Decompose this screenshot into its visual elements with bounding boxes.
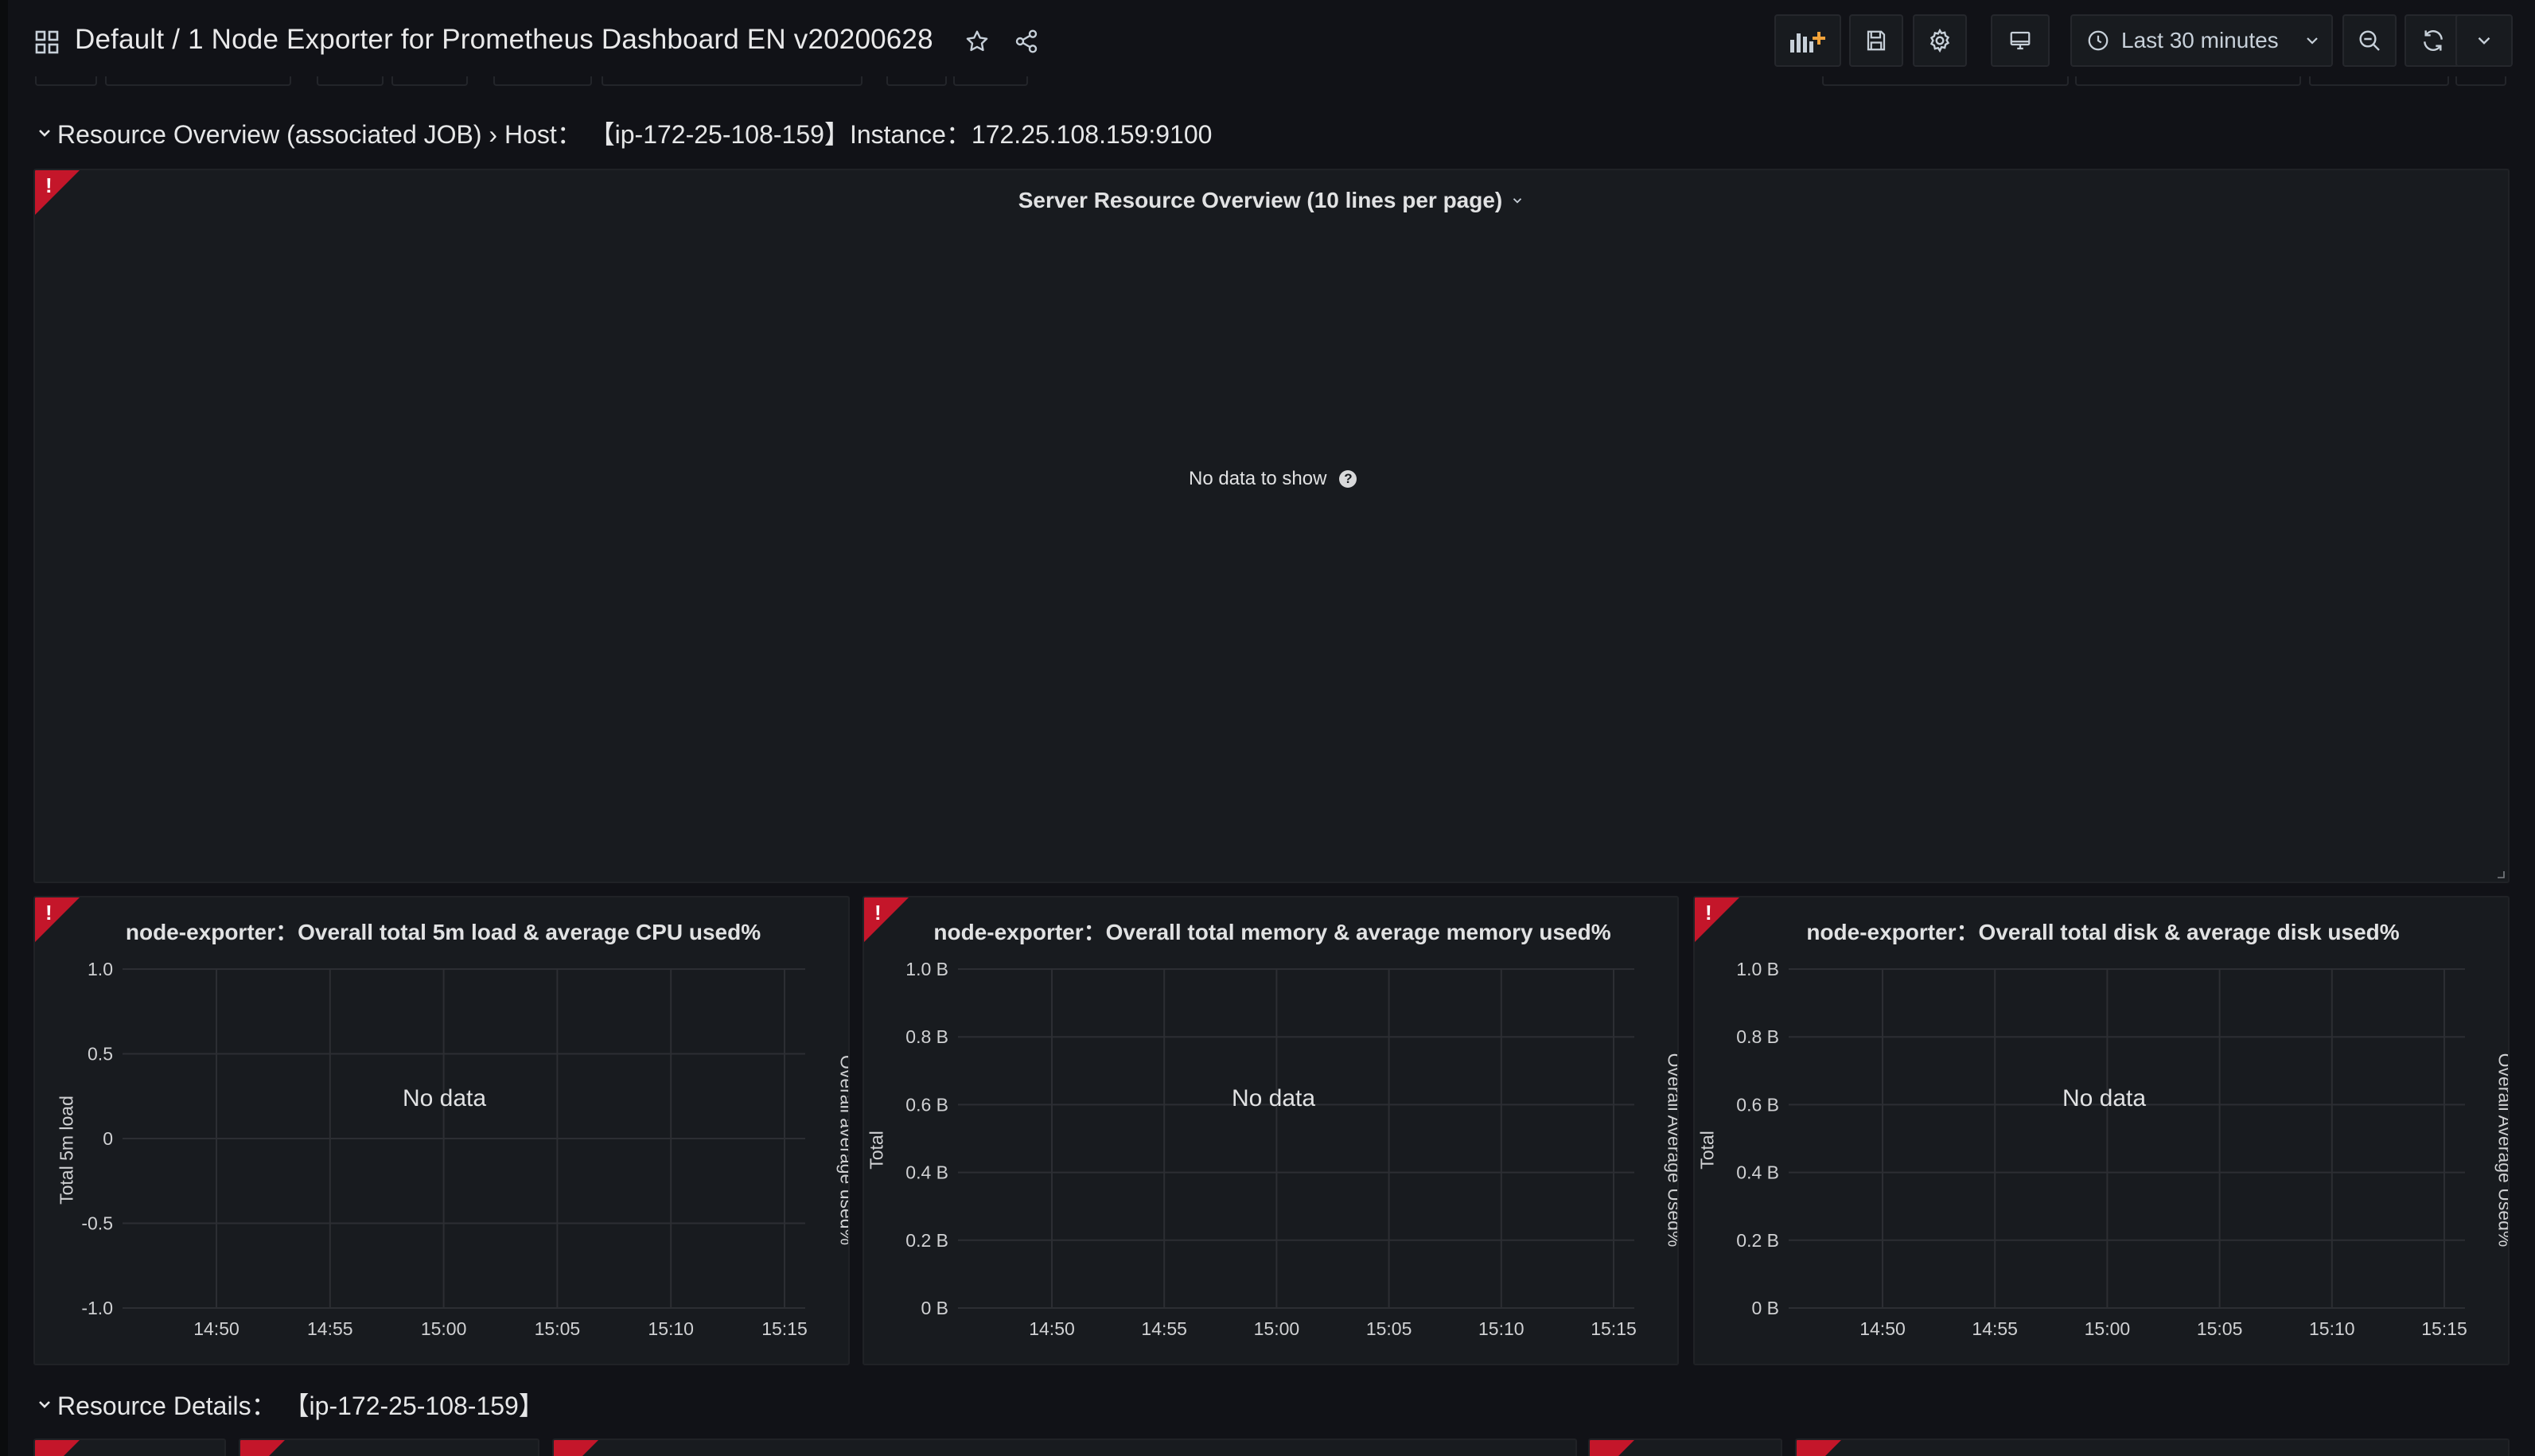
y-tick-label: 0 B: [1751, 1298, 1779, 1318]
variable-bar-edge: [0, 76, 2535, 86]
no-data-message: No data to show ?: [1189, 468, 1357, 490]
row-resource-details[interactable]: Resource Details： 【ip-172-25-108-159】: [35, 1386, 544, 1423]
y-tick-label: 0.2 B: [1736, 1230, 1779, 1251]
y-axis-left-label: Total 5m load: [56, 1096, 77, 1205]
x-tick-label: 15:15: [1591, 1318, 1637, 1339]
y-axis-left-label: Total: [866, 1131, 887, 1170]
x-tick-label: 14:55: [307, 1318, 353, 1339]
no-data-text: No data to show: [1189, 468, 1327, 489]
x-tick-label: 14:50: [193, 1318, 239, 1339]
x-tick-label: 15:05: [535, 1318, 581, 1339]
panel-partial: [1588, 1438, 1782, 1456]
y-tick-label: 0.4 B: [1736, 1162, 1779, 1183]
no-data-label: No data: [1232, 1085, 1316, 1111]
add-panel-icon: [1790, 32, 1825, 53]
y-tick-label: 0.8 B: [905, 1026, 948, 1047]
save-icon: [1867, 30, 1886, 51]
y-tick-label: 0 B: [921, 1298, 948, 1318]
y-tick-label: 1.0 B: [905, 959, 948, 979]
dashboard-title[interactable]: Default / 1 Node Exporter for Prometheus…: [75, 24, 933, 56]
x-tick-label: 14:55: [1141, 1318, 1187, 1339]
y-tick-label: 0.2 B: [905, 1230, 948, 1251]
clock-icon: [2088, 30, 2109, 51]
x-tick-label: 15:05: [1366, 1318, 1412, 1339]
zoom-out-icon: [2359, 30, 2380, 51]
x-tick-label: 15:15: [761, 1318, 808, 1339]
gear-icon: [1929, 28, 1950, 53]
y-tick-label: 0.4 B: [905, 1162, 948, 1183]
time-picker-button[interactable]: Last 30 minutes: [2070, 14, 2333, 67]
memory-chart: 1.0 B 0.8 B 0.6 B 0.4 B 0.2 B 0 B 14:50 14:55 15…: [905, 959, 1637, 1339]
zoom-out-button[interactable]: [2342, 14, 2397, 67]
x-tick-label: 14:55: [1972, 1318, 2018, 1339]
panel-partial: [552, 1438, 1577, 1456]
y-tick-label: 1.0: [88, 959, 113, 979]
tv-mode-icon: [2010, 31, 2031, 50]
add-panel-button[interactable]: [1774, 14, 1841, 67]
y-tick-label: 0.8 B: [1736, 1026, 1779, 1047]
chevron-down-icon: [2306, 37, 2318, 45]
no-data-label: No data: [2062, 1085, 2147, 1111]
no-data-label: No data: [403, 1085, 487, 1111]
x-tick-label: 15:00: [421, 1318, 467, 1339]
panel-title: Server Resource Overview (10 lines per p…: [1018, 188, 1503, 212]
time-range-label: Last 30 minutes: [2121, 28, 2279, 53]
panel-partial: [1795, 1438, 2510, 1456]
cpu-chart: 1.0 0.5 0 -0.5 -1.0 14:50 14:55 15:00 15:05 15:10…: [81, 959, 808, 1339]
tv-mode-button[interactable]: [1991, 14, 2050, 67]
row-title: Resource Details： 【ip-172-25-108-159】: [57, 1392, 544, 1420]
panel-partial: [33, 1438, 226, 1456]
y-tick-label: 0.6 B: [905, 1094, 948, 1115]
panel-disk: ! node-exporter：Overall total disk & ave…: [1693, 896, 2510, 1365]
x-tick-label: 14:50: [1859, 1318, 1906, 1339]
panel-memory: ! node-exporter：Overall total memory & a…: [863, 896, 1679, 1365]
y-tick-label: 0.6 B: [1736, 1094, 1779, 1115]
panel-error-indicator[interactable]: [35, 1440, 80, 1456]
panel-server-resource-overview: ! Server Resource Overview (10 lines per…: [33, 169, 2510, 883]
panel-error-indicator[interactable]: [1590, 1440, 1634, 1456]
left-edge-strip: [0, 0, 8, 1456]
resize-handle-icon[interactable]: [2494, 867, 2505, 878]
y-axis-left-label: Total: [1696, 1131, 1718, 1170]
x-tick-label: 15:00: [2085, 1318, 2131, 1339]
x-tick-label: 15:05: [2197, 1318, 2243, 1339]
dashboard-navbar: Default / 1 Node Exporter for Prometheus…: [0, 0, 2535, 86]
y-axis-right-label: Overall Average Used%: [1664, 1053, 1679, 1248]
chevron-down-icon: [2478, 37, 2490, 45]
refresh-button[interactable]: [2405, 14, 2462, 67]
y-tick-label: 1.0 B: [1736, 959, 1779, 979]
apps-grid-icon[interactable]: [35, 30, 59, 54]
x-tick-label: 15:10: [2309, 1318, 2355, 1339]
y-tick-label: -0.5: [81, 1213, 113, 1234]
chevron-down-icon: [1513, 198, 1522, 204]
panel-cpu-load: ! node-exporter：Overall total 5m load & …: [33, 896, 850, 1365]
y-tick-label: 0: [103, 1128, 113, 1149]
y-axis-right-label: Overall Average Used%: [2494, 1053, 2510, 1248]
y-tick-label: 0.5: [88, 1044, 113, 1065]
panel-header[interactable]: Server Resource Overview (10 lines per p…: [35, 188, 2508, 213]
disk-chart: 1.0 B 0.8 B 0.6 B 0.4 B 0.2 B 0 B 14:50 14:55 15…: [1736, 959, 2467, 1339]
x-tick-label: 15:10: [648, 1318, 694, 1339]
panel-partial: [239, 1438, 539, 1456]
dashboard-settings-button[interactable]: [1913, 14, 1967, 67]
refresh-icon: [2424, 30, 2443, 51]
x-tick-label: 15:15: [2421, 1318, 2467, 1339]
panel-error-indicator[interactable]: [240, 1440, 285, 1456]
refresh-interval-dropdown[interactable]: [2455, 14, 2513, 67]
row-title: Resource Overview (associated JOB) › Hos…: [57, 120, 1213, 149]
panel-error-indicator[interactable]: [554, 1440, 598, 1456]
panel-error-indicator[interactable]: [1797, 1440, 1841, 1456]
chevron-down-icon: [39, 1401, 50, 1408]
y-tick-label: -1.0: [81, 1298, 113, 1318]
save-dashboard-button[interactable]: [1849, 14, 1903, 67]
x-tick-label: 15:10: [1478, 1318, 1525, 1339]
help-icon[interactable]: ?: [1339, 470, 1357, 488]
chevron-down-icon: [39, 130, 50, 137]
y-axis-right-label: Overall average used%: [836, 1054, 850, 1246]
share-icon[interactable]: [1012, 27, 1041, 56]
x-tick-label: 14:50: [1029, 1318, 1075, 1339]
star-icon[interactable]: [963, 27, 991, 56]
x-tick-label: 15:00: [1254, 1318, 1300, 1339]
row-resource-overview[interactable]: Resource Overview (associated JOB) › Hos…: [35, 115, 1212, 151]
